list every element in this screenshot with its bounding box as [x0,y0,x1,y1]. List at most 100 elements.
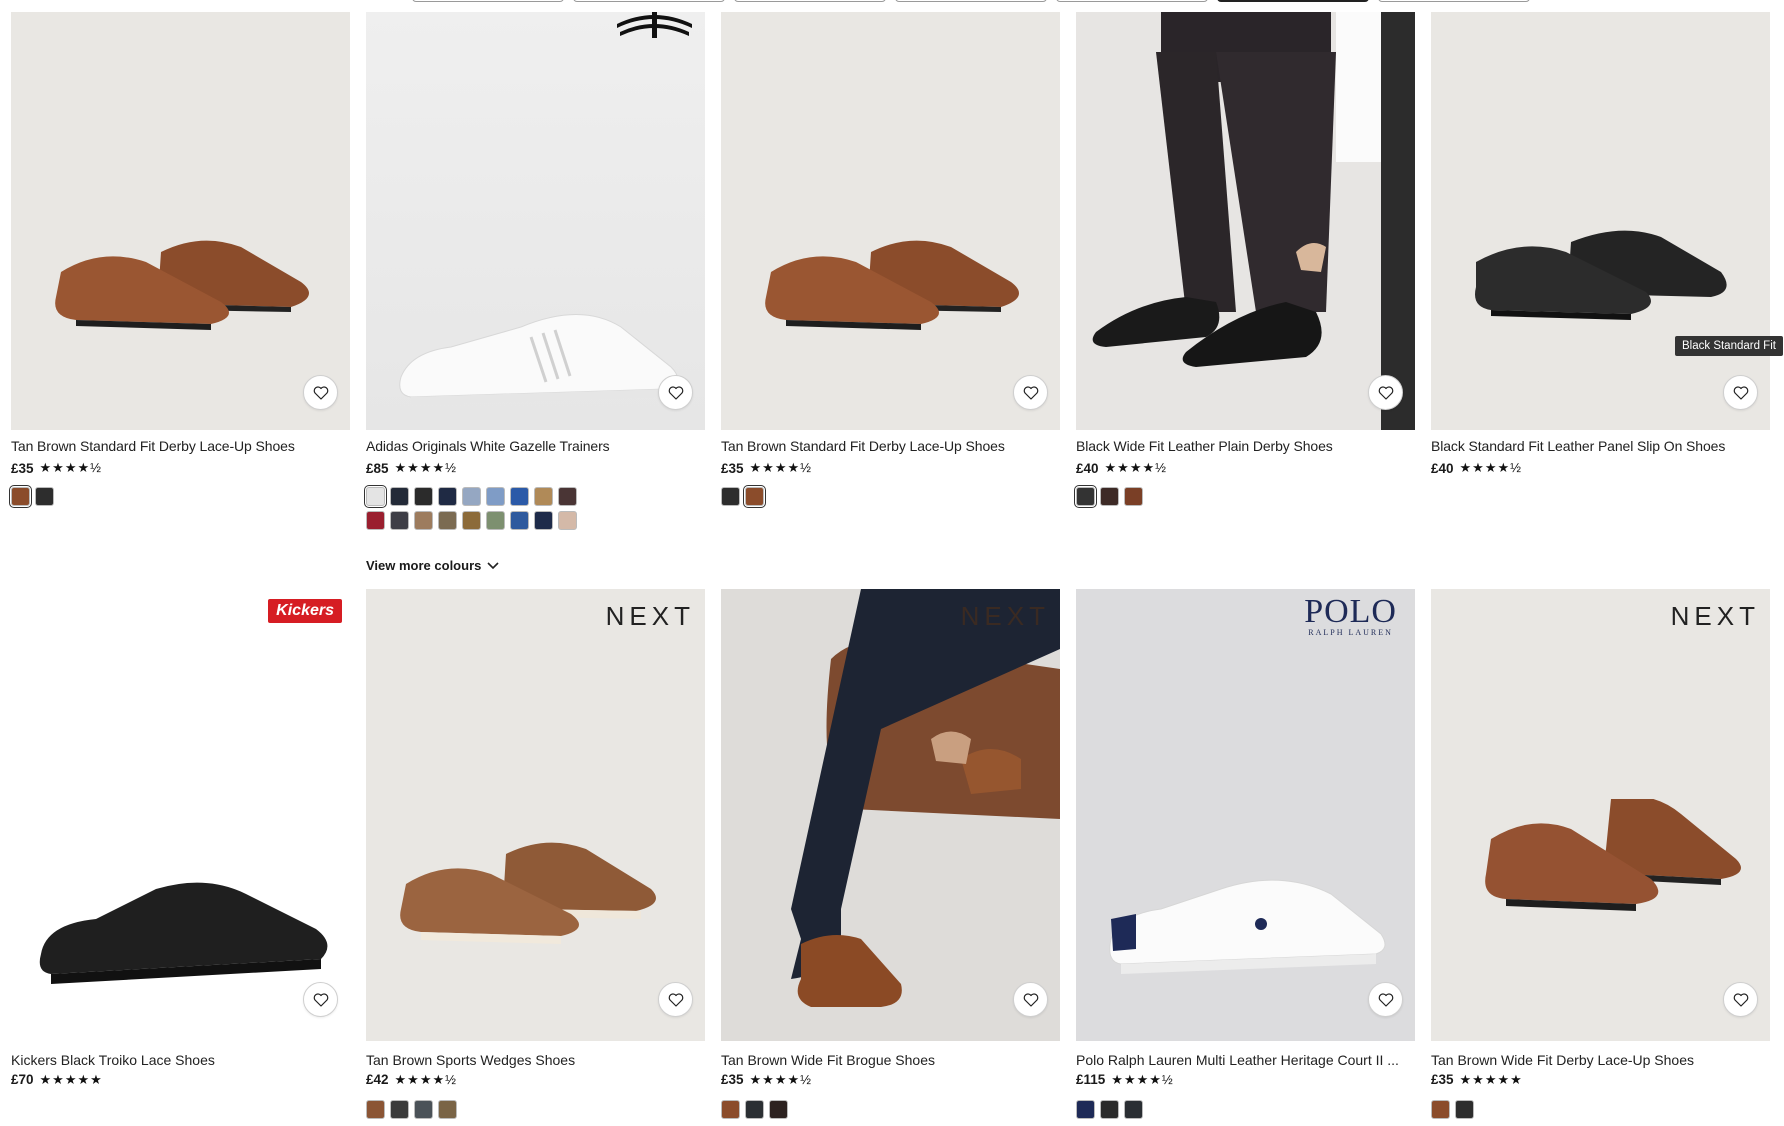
colour-swatches [364,485,596,530]
filter-pill[interactable] [1056,0,1208,2]
colour-swatch[interactable] [558,511,577,530]
product-image[interactable] [721,12,1060,430]
colour-swatch[interactable] [721,1100,740,1119]
colour-swatch[interactable] [486,511,505,530]
product-title[interactable]: Tan Brown Wide Fit Derby Lace-Up Shoes [1431,1052,1770,1068]
next-logo: NEXT [960,601,1050,631]
colour-swatch[interactable] [1100,1100,1119,1119]
product-image[interactable]: NEXT [366,589,705,1041]
colour-swatch[interactable] [1431,1100,1450,1119]
colour-swatch[interactable] [366,1100,385,1119]
polo-logo-sub: RALPH LAUREN [1308,628,1393,637]
wishlist-button[interactable] [1013,375,1048,410]
product-image[interactable] [366,12,705,430]
wishlist-button[interactable] [1368,375,1403,410]
colour-swatches [366,1100,596,1119]
heart-outline-icon [1378,385,1393,400]
colour-swatch[interactable] [390,1100,409,1119]
black-slip-on-shoes-image [1475,230,1727,320]
tan-derby-shoes-image [765,240,1019,330]
filter-pill[interactable] [412,0,564,2]
product-title[interactable]: Black Standard Fit Leather Panel Slip On… [1431,438,1770,454]
wishlist-button[interactable] [1723,375,1758,410]
wishlist-button[interactable] [303,375,338,410]
colour-swatch[interactable] [1074,485,1097,508]
colour-swatch[interactable] [462,487,481,506]
white-court-trainer-image [1109,879,1386,974]
colour-swatch[interactable] [743,485,766,508]
colour-swatch[interactable] [414,511,433,530]
rating-stars: ★★★★½ [1459,460,1522,475]
heart-outline-icon [1733,385,1748,400]
filter-pill[interactable] [573,0,725,2]
product-image[interactable]: NEXT [1431,589,1770,1041]
colour-swatch[interactable] [414,487,433,506]
colour-swatch[interactable] [769,1100,788,1119]
colour-swatch[interactable] [1076,1100,1095,1119]
product-image[interactable]: POLO RALPH LAUREN [1076,589,1415,1041]
colour-swatch[interactable] [366,511,385,530]
product-price: £70 [11,1072,34,1087]
colour-swatch[interactable] [35,487,54,506]
colour-swatch[interactable] [510,511,529,530]
product-price: £115 [1076,1072,1106,1087]
rating-stars: ★★★★½ [1104,460,1167,475]
white-trainer-image [399,314,678,405]
colour-swatch[interactable] [438,511,457,530]
product-title[interactable]: Kickers Black Troiko Lace Shoes [11,1052,350,1068]
colour-swatch[interactable] [462,511,481,530]
filter-pill[interactable] [734,0,886,2]
product-title[interactable]: Tan Brown Standard Fit Derby Lace-Up Sho… [721,438,1060,454]
colour-swatch[interactable] [721,487,740,506]
product-title[interactable]: Black Wide Fit Leather Plain Derby Shoes [1076,438,1415,454]
view-more-colours-button[interactable]: View more colours [366,558,499,573]
next-logo: NEXT [1670,601,1760,631]
colour-swatch[interactable] [1124,1100,1143,1119]
colour-swatch[interactable] [438,487,457,506]
product-title[interactable]: Tan Brown Standard Fit Derby Lace-Up Sho… [11,438,350,454]
wishlist-button[interactable] [658,982,693,1017]
product-title[interactable]: Polo Ralph Lauren Multi Leather Heritage… [1076,1052,1415,1068]
product-image[interactable] [1076,12,1415,430]
product-image[interactable] [11,12,350,430]
kickers-logo: Kickers [268,599,342,623]
colour-swatch[interactable] [414,1100,433,1119]
colour-swatch[interactable] [1124,487,1143,506]
filter-pill[interactable] [895,0,1047,2]
wishlist-button[interactable] [658,375,693,410]
colour-swatch[interactable] [9,485,32,508]
heart-outline-icon [1378,992,1393,1007]
wishlist-button[interactable] [1723,982,1758,1017]
product-image[interactable] [1431,12,1770,430]
price-rating: £115 ★★★★½ [1076,1072,1174,1088]
colour-swatches [9,485,241,508]
product-title[interactable]: Tan Brown Wide Fit Brogue Shoes [721,1052,1060,1068]
product-price: £40 [1431,460,1454,476]
wishlist-button[interactable] [1368,982,1403,1017]
colour-swatch[interactable] [1100,487,1119,506]
colour-swatches [1076,1100,1306,1119]
colour-swatch[interactable] [745,1100,764,1119]
wishlist-button[interactable] [1013,982,1048,1017]
wishlist-button[interactable] [303,982,338,1017]
colour-swatch[interactable] [390,511,409,530]
colour-swatch[interactable] [1455,1100,1474,1119]
price-rating: £70 ★★★★★ [11,1072,103,1088]
filter-pill[interactable] [1378,0,1530,2]
product-image[interactable]: NEXT [721,589,1060,1041]
product-title[interactable]: Adidas Originals White Gazelle Trainers [366,438,705,454]
colour-swatch[interactable] [486,487,505,506]
colour-swatch[interactable] [534,511,553,530]
product-title[interactable]: Tan Brown Sports Wedges Shoes [366,1052,705,1068]
filter-pill[interactable] [1217,0,1369,2]
product-image[interactable]: Kickers [11,589,350,1041]
colour-swatch[interactable] [534,487,553,506]
colour-swatch[interactable] [558,487,577,506]
rating-stars: ★★★★½ [749,460,812,475]
colour-swatch[interactable] [390,487,409,506]
colour-swatch[interactable] [364,485,387,508]
tan-sports-wedge-image [400,842,656,944]
heart-outline-icon [668,385,683,400]
colour-swatch[interactable] [510,487,529,506]
colour-swatch[interactable] [438,1100,457,1119]
